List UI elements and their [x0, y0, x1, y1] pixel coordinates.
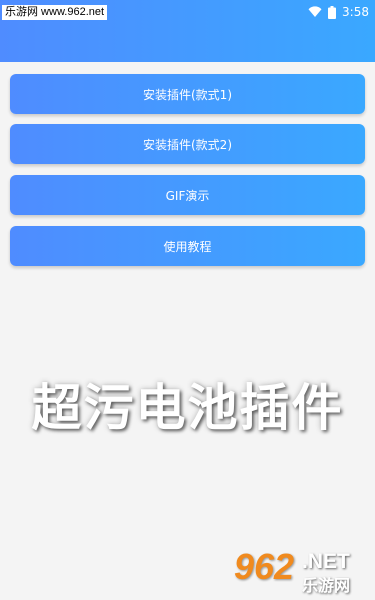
status-bar: 乐游网 www.962.net 3:58: [0, 0, 375, 24]
app-title-overlay: 超污电池插件: [31, 379, 344, 437]
battery-icon: [328, 5, 337, 19]
install-plugin-style2-button[interactable]: 安装插件(款式2): [10, 124, 365, 164]
watermark-site-name: 乐游网: [302, 576, 351, 595]
install-plugin-style1-button[interactable]: 安装插件(款式1): [10, 74, 365, 114]
watermark-logo: 962 .NET 乐游网: [234, 546, 369, 595]
status-time: 3:58: [342, 5, 369, 19]
gif-demo-button[interactable]: GIF演示: [10, 175, 365, 215]
wifi-icon: [308, 6, 322, 18]
tutorial-button[interactable]: 使用教程: [10, 226, 365, 266]
watermark-net: .NET: [302, 550, 350, 573]
watermark-number: 962: [234, 546, 295, 587]
status-watermark-text: 乐游网 www.962.net: [2, 4, 108, 20]
app-header: 乐游网 www.962.net 3:58: [0, 0, 375, 62]
